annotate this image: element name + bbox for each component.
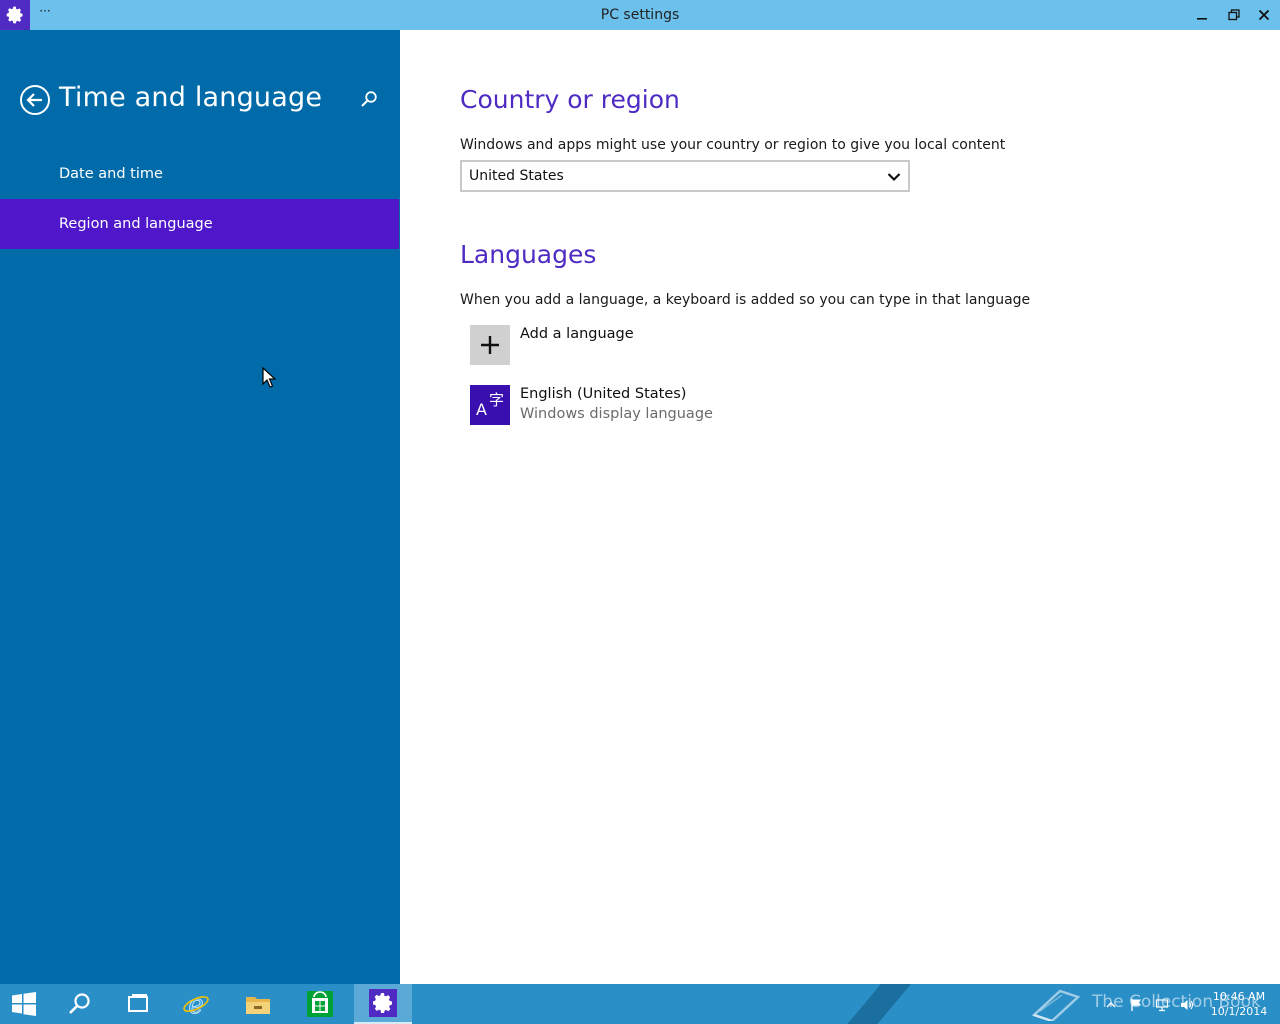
language-glyph-cjk: 字 <box>489 391 505 409</box>
search-icon <box>69 993 90 1014</box>
store-button[interactable] <box>292 984 348 1024</box>
page-title: Time and language <box>59 82 323 113</box>
country-selected-value: United States <box>469 168 564 184</box>
store-icon <box>307 991 333 1017</box>
language-item-english-us[interactable]: A 字 English (United States) Windows disp… <box>470 384 970 426</box>
clock-date: 10/1/2014 <box>1210 1005 1268 1018</box>
flag-icon <box>1131 999 1141 1011</box>
restore-icon <box>1228 9 1240 21</box>
language-detail: Windows display language <box>520 406 713 422</box>
show-hidden-icons-button[interactable] <box>1104 997 1118 1011</box>
chevron-up-icon <box>1106 1002 1116 1008</box>
internet-explorer-icon: e <box>183 990 209 1018</box>
file-explorer-icon <box>246 997 270 1014</box>
language-glyph-latin: A <box>476 400 487 419</box>
window-title: PC settings <box>600 7 680 23</box>
clock[interactable]: 10:46 AM 10/1/2014 <box>1206 989 1272 1019</box>
country-dropdown[interactable]: United States <box>460 160 910 192</box>
add-language-label: Add a language <box>520 326 634 342</box>
restore-button[interactable] <box>1218 0 1250 30</box>
taskbar-search-button[interactable] <box>52 984 108 1024</box>
language-name: English (United States) <box>520 386 687 402</box>
main-content: Country or region Windows and apps might… <box>400 30 1280 984</box>
settings-icon <box>369 989 397 1017</box>
network-icon <box>1155 999 1169 1012</box>
start-icon <box>12 992 36 1016</box>
sidebar-item-date-and-time[interactable]: Date and time <box>0 149 400 199</box>
back-button[interactable] <box>19 84 51 116</box>
chevron-down-icon <box>886 169 902 185</box>
language-icon: A 字 <box>470 385 510 425</box>
network-button[interactable] <box>1155 997 1169 1012</box>
minimize-icon <box>1197 18 1207 20</box>
add-language-button[interactable]: Add a language <box>470 324 970 366</box>
volume-button[interactable] <box>1180 997 1194 1011</box>
internet-explorer-button[interactable]: e <box>168 984 224 1024</box>
taskbar: e The Collection Book 10:46 AM 10/1/2014 <box>0 984 1280 1024</box>
languages-heading: Languages <box>460 240 597 269</box>
task-view-button[interactable] <box>110 984 166 1024</box>
sidebar: Time and language Date and time Region a… <box>0 30 400 984</box>
languages-description: When you add a language, a keyboard is a… <box>460 292 1031 308</box>
clock-time: 10:46 AM <box>1212 990 1266 1003</box>
action-center-button[interactable] <box>1130 997 1144 1011</box>
taskbar-decoration <box>830 984 920 1024</box>
search-icon <box>361 91 377 107</box>
title-bar: ··· PC settings <box>0 0 1280 30</box>
close-button[interactable] <box>1248 0 1280 30</box>
back-arrow-icon <box>20 85 50 115</box>
speaker-icon <box>1181 1000 1194 1010</box>
close-icon <box>1258 9 1270 21</box>
mouse-cursor-icon <box>262 367 276 388</box>
search-button[interactable] <box>360 90 380 110</box>
country-description: Windows and apps might use your country … <box>460 137 1006 153</box>
plus-icon <box>470 325 510 365</box>
file-explorer-button[interactable] <box>230 984 286 1024</box>
sidebar-item-region-and-language[interactable]: Region and language <box>0 199 399 249</box>
start-button[interactable] <box>0 984 48 1024</box>
task-view-icon <box>128 994 148 1012</box>
pc-settings-taskbar-button[interactable] <box>354 984 412 1024</box>
svg-text:e: e <box>188 990 203 1018</box>
book-icon <box>1031 989 1081 1021</box>
minimize-button[interactable] <box>1186 0 1218 30</box>
country-heading: Country or region <box>460 85 680 114</box>
